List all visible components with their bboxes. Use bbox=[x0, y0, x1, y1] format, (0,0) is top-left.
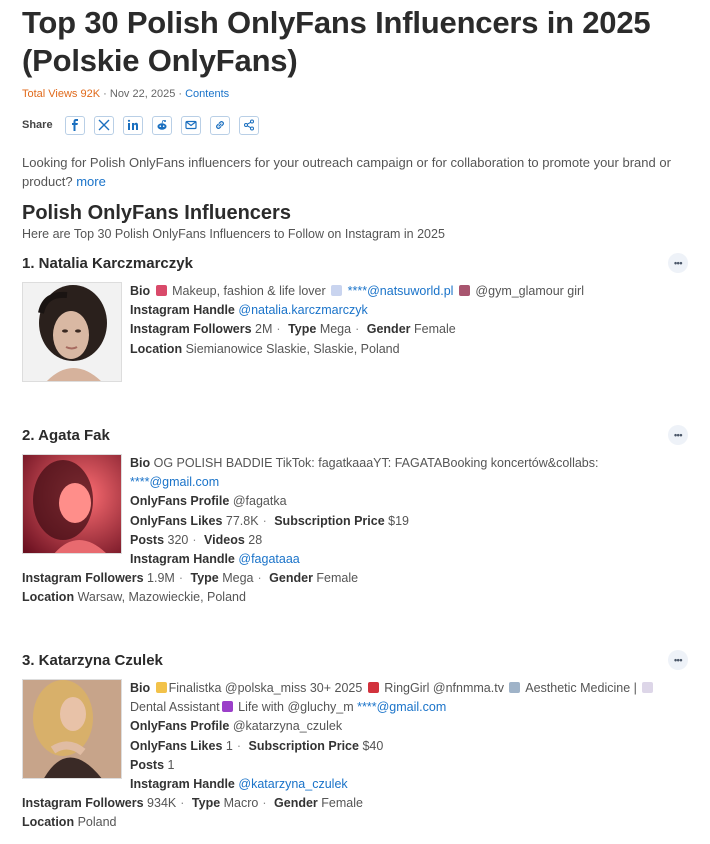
reddit-icon[interactable] bbox=[151, 115, 172, 135]
syringe-icon bbox=[509, 682, 521, 693]
facebook-icon[interactable] bbox=[64, 115, 85, 135]
linkedin-icon[interactable] bbox=[122, 115, 143, 135]
more-link[interactable]: more bbox=[76, 174, 106, 189]
influencer-name[interactable]: 2. Agata Fak bbox=[22, 427, 110, 444]
x-icon[interactable] bbox=[93, 115, 114, 135]
purple-heart-icon bbox=[221, 701, 233, 713]
influencer-name[interactable]: 3. Katarzyna Czulek bbox=[22, 652, 163, 669]
envelope-icon bbox=[331, 285, 343, 296]
bio-email-link[interactable]: ****@gmail.com bbox=[357, 700, 446, 714]
bio-email-link[interactable]: ****@gmail.com bbox=[130, 475, 219, 489]
influencer-details: Bio OG POLISH BADDIE TikTok: fagatkaaaYT… bbox=[130, 456, 599, 567]
total-views: Total Views 92K bbox=[22, 88, 101, 100]
influencer-card: 2. Agata Fak ••• Bio OG POLISH BADDIE Ti… bbox=[22, 424, 688, 608]
instagram-handle-link[interactable]: @katarzyna_czulek bbox=[238, 777, 347, 791]
influencer-details: Bio Finalistka @polska_miss 30+ 2025 Rin… bbox=[130, 679, 688, 794]
influencer-photo[interactable] bbox=[22, 282, 122, 382]
lipstick-icon bbox=[155, 285, 167, 296]
influencer-name[interactable]: 1. Natalia Karczmarczyk bbox=[22, 255, 193, 272]
instagram-handle-link[interactable]: @fagataaa bbox=[238, 552, 299, 566]
influencer-card: 3. Katarzyna Czulek ••• Bio Finalistka @… bbox=[22, 649, 688, 833]
tooth-icon bbox=[642, 682, 654, 693]
influencer-details-extra: Instagram Followers 934K · Type Macro · Ge… bbox=[22, 796, 363, 830]
influencer-photo[interactable] bbox=[22, 454, 122, 554]
influencer-details-extra: Instagram Followers 1.9M · Type Mega · Gen… bbox=[22, 571, 359, 605]
publish-date: Nov 22, 2025 bbox=[109, 88, 176, 100]
link-icon[interactable] bbox=[209, 115, 230, 135]
boxing-glove-icon bbox=[367, 682, 379, 693]
email-icon[interactable] bbox=[180, 115, 201, 135]
section-subtitle: Here are Top 30 Polish OnlyFans Influenc… bbox=[22, 227, 445, 241]
more-options-icon[interactable]: ••• bbox=[668, 253, 688, 273]
sparkles-icon bbox=[155, 682, 167, 693]
intro-paragraph: Looking for Polish OnlyFans influencers … bbox=[22, 155, 671, 189]
influencer-card: 1. Natalia Karczmarczyk ••• Bio Makeup, … bbox=[22, 252, 688, 382]
share-bar: Share bbox=[22, 115, 688, 135]
page-title: Top 30 Polish OnlyFans Influencers in 20… bbox=[22, 0, 688, 80]
instagram-handle-link[interactable]: @natalia.karczmarczyk bbox=[238, 303, 367, 317]
share-icon[interactable] bbox=[238, 115, 259, 135]
bio-email-link[interactable]: ****@natsuworld.pl bbox=[348, 284, 454, 298]
share-label: Share bbox=[22, 119, 53, 131]
more-options-icon[interactable]: ••• bbox=[668, 650, 688, 670]
more-options-icon[interactable]: ••• bbox=[668, 425, 688, 445]
page-title-line2: (Polskie OnlyFans) bbox=[22, 43, 298, 78]
influencer-details: Bio Makeup, fashion & life lover ****@na… bbox=[130, 284, 584, 356]
page-title-line1: Top 30 Polish OnlyFans Influencers in 20… bbox=[22, 5, 651, 40]
article-meta: Total Views 92K · Nov 22, 2025 · Content… bbox=[22, 88, 230, 100]
contents-link[interactable]: Contents bbox=[185, 88, 229, 100]
section-title: Polish OnlyFans Influencers bbox=[22, 202, 291, 224]
dumbbell-icon bbox=[458, 285, 470, 296]
influencer-photo[interactable] bbox=[22, 679, 122, 779]
